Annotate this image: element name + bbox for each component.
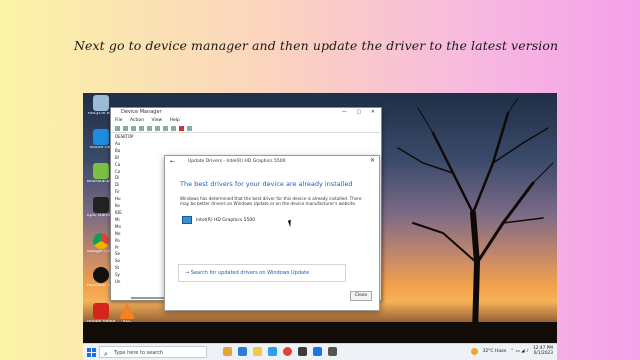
device-manager-title: Device Manager [121, 109, 162, 115]
tutorial-caption: Next go to device manager and then updat… [74, 38, 559, 53]
window-controls[interactable]: — ▢ ✕ [342, 108, 379, 117]
tree-item[interactable]: Di [115, 182, 143, 189]
dialog-description: Windows has determined that the best dri… [180, 196, 362, 207]
back-arrow-icon[interactable]: ← [170, 158, 175, 165]
chrome-taskbar-icon[interactable] [283, 347, 292, 356]
tree-item[interactable]: Mi [115, 217, 143, 224]
close-button[interactable]: Close [350, 291, 372, 301]
tree-item[interactable]: Un [115, 279, 143, 286]
settings-icon[interactable] [313, 347, 322, 356]
tree-item[interactable]: Hu [115, 196, 143, 203]
forward-icon[interactable] [123, 125, 128, 131]
clock[interactable]: 12:47 PM 6/1/2023 [533, 346, 553, 356]
vlc-icon [119, 303, 135, 319]
file-explorer-icon[interactable] [253, 347, 262, 356]
dialog-header: ← Update Drivers - Intel(R) HD Graphics … [165, 156, 379, 168]
chrome-icon [93, 233, 109, 249]
tree-item[interactable]: Pr [115, 245, 143, 252]
tree-silhouette [397, 97, 554, 333]
menu-help[interactable]: Help [170, 118, 180, 123]
device-name: Intel(R) HD Graphics 5500 [196, 217, 256, 223]
search-windows-update-link[interactable]: → Search for updated drivers on Windows … [178, 264, 346, 282]
mouse-cursor-icon [287, 219, 294, 228]
device-manager-menubar: File Action View Help [111, 117, 381, 124]
battle-net-icon [93, 129, 109, 145]
menu-file[interactable]: File [115, 118, 123, 123]
desktop-icon-adobe[interactable]: Adobe Reader [87, 303, 115, 325]
download-icon[interactable] [187, 125, 192, 131]
device-manager-window: Device Manager — ▢ ✕ File Action View He… [110, 107, 382, 311]
tree-item[interactable]: Ne [115, 231, 143, 238]
menu-action[interactable]: Action [130, 118, 144, 123]
help-icon[interactable] [139, 125, 144, 131]
edge-icon[interactable] [238, 347, 247, 356]
weather-text[interactable]: 32°C Haze [482, 349, 506, 354]
tree-item[interactable]: Mo [115, 224, 143, 231]
uninstall-icon[interactable] [179, 125, 184, 131]
bluestacks-icon [93, 163, 109, 179]
monitor-icon[interactable] [155, 125, 160, 131]
device-manager-taskbar-icon[interactable] [328, 347, 337, 356]
tree-item[interactable]: Bl [115, 155, 143, 162]
weather-icon[interactable] [471, 347, 479, 355]
disable-icon[interactable] [171, 125, 176, 131]
task-view-icon[interactable] [223, 347, 232, 356]
clock-date: 6/1/2023 [533, 351, 553, 356]
tree-item[interactable]: Fir [115, 189, 143, 196]
tree-root[interactable]: DESKTOP [115, 134, 143, 141]
taskbar-search-box[interactable]: ⌕ Type here to search [99, 346, 207, 358]
update-drivers-dialog: ← Update Drivers - Intel(R) HD Graphics … [164, 155, 380, 311]
desktop-screenshot: Recycle Bin Battle.net BlueStacks 5 Epic… [83, 93, 557, 360]
store-icon[interactable] [268, 347, 277, 356]
dialog-heading: The best drivers for your device are alr… [180, 180, 353, 188]
tree-item[interactable]: Ba [115, 148, 143, 155]
device-tree: DESKTOP Au Ba Bl Ca Co Di Di Fir Hu Ke I… [115, 134, 143, 286]
tree-item[interactable]: Se [115, 251, 143, 258]
menu-view[interactable]: View [152, 118, 163, 123]
steam-icon[interactable] [298, 347, 307, 356]
tree-item[interactable]: St [115, 265, 143, 272]
back-icon[interactable] [115, 125, 120, 131]
update-driver-icon[interactable] [163, 125, 168, 131]
taskbar-apps [223, 347, 337, 356]
device-entry: Intel(R) HD Graphics 5500 [182, 216, 255, 224]
properties-icon[interactable] [131, 125, 136, 131]
tree-item[interactable]: Sy [115, 272, 143, 279]
tree-item[interactable]: So [115, 258, 143, 265]
tree-item[interactable]: Co [115, 169, 143, 176]
recycle-bin-icon [93, 95, 109, 111]
tree-item[interactable]: IDE [115, 210, 143, 217]
rockstar-icon [93, 267, 109, 283]
tree-item[interactable]: Au [115, 141, 143, 148]
dialog-title: Update Drivers - Intel(R) HD Graphics 55… [188, 159, 286, 164]
tree-item[interactable]: Po [115, 238, 143, 245]
adobe-icon [93, 303, 109, 319]
display-adapter-icon [182, 216, 192, 224]
search-icon: ⌕ [104, 350, 108, 358]
close-icon[interactable]: ✕ [370, 157, 375, 164]
scan-icon[interactable] [147, 125, 152, 131]
tray-icons[interactable]: ⌃ ▭ ◢ ♪ [510, 349, 529, 354]
device-manager-titlebar[interactable]: Device Manager — ▢ ✕ [111, 108, 381, 117]
windows-start-icon[interactable] [87, 348, 96, 357]
device-manager-toolbar [111, 124, 381, 133]
desktop-icon-vlc[interactable]: VLC [113, 303, 141, 325]
taskbar: ⌕ Type here to search 32°C Haze ⌃ ▭ ◢ ♪ … [83, 343, 557, 360]
tree-item[interactable]: Di [115, 175, 143, 182]
epic-games-icon [93, 197, 109, 213]
ground-silhouette [83, 322, 557, 344]
tree-item[interactable]: Ke [115, 203, 143, 210]
search-placeholder: Type here to search [114, 350, 164, 356]
system-tray: 32°C Haze ⌃ ▭ ◢ ♪ 12:47 PM 6/1/2023 [471, 346, 553, 356]
tree-item[interactable]: Ca [115, 162, 143, 169]
